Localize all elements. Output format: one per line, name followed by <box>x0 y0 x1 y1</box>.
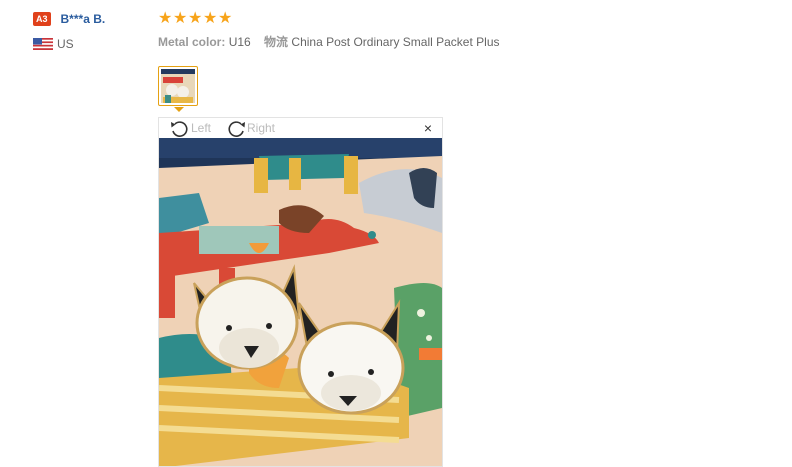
rotate-right-label: Right <box>247 121 276 135</box>
review-photo <box>159 138 442 466</box>
thumbnail-pointer <box>174 107 184 112</box>
level-badge: A3 <box>33 12 51 26</box>
review-content: ★ ★ ★ ★ ★ Metal color: U16 物流 China Post… <box>158 10 500 50</box>
us-flag-icon <box>33 38 53 50</box>
star-icon: ★ <box>218 9 233 27</box>
close-viewer-button[interactable]: × <box>424 121 432 135</box>
country-name: US <box>57 37 74 51</box>
star-icon: ★ <box>188 9 203 27</box>
star-rating: ★ ★ ★ ★ ★ <box>158 10 500 27</box>
photo-viewer: Left Right × <box>158 117 443 467</box>
reviewer-info: A3 B***a B. US <box>33 10 143 51</box>
metal-color-label: Metal color: <box>158 35 226 49</box>
star-icon: ★ <box>158 9 173 27</box>
star-icon: ★ <box>173 9 188 27</box>
rotate-right-icon <box>228 121 245 137</box>
review-photo-thumbnail[interactable] <box>158 66 198 106</box>
order-properties: Metal color: U16 物流 China Post Ordinary … <box>158 33 500 50</box>
thumbnail-image <box>161 69 195 103</box>
rotate-left-label: Left <box>191 121 212 135</box>
viewer-toolbar: Left Right × <box>159 118 442 138</box>
shipping-label: 物流 <box>264 35 289 49</box>
shipping-value: China Post Ordinary Small Packet Plus <box>291 35 500 49</box>
metal-color-value: U16 <box>228 35 251 49</box>
rotate-left-icon <box>171 121 188 137</box>
rotate-left-button[interactable]: Left <box>169 119 211 137</box>
reviewer-row: A3 B***a B. <box>33 10 143 28</box>
rotate-right-button[interactable]: Right <box>225 119 275 137</box>
country-row: US <box>33 37 143 51</box>
reviewer-name[interactable]: B***a B. <box>61 12 106 26</box>
star-icon: ★ <box>203 9 218 27</box>
